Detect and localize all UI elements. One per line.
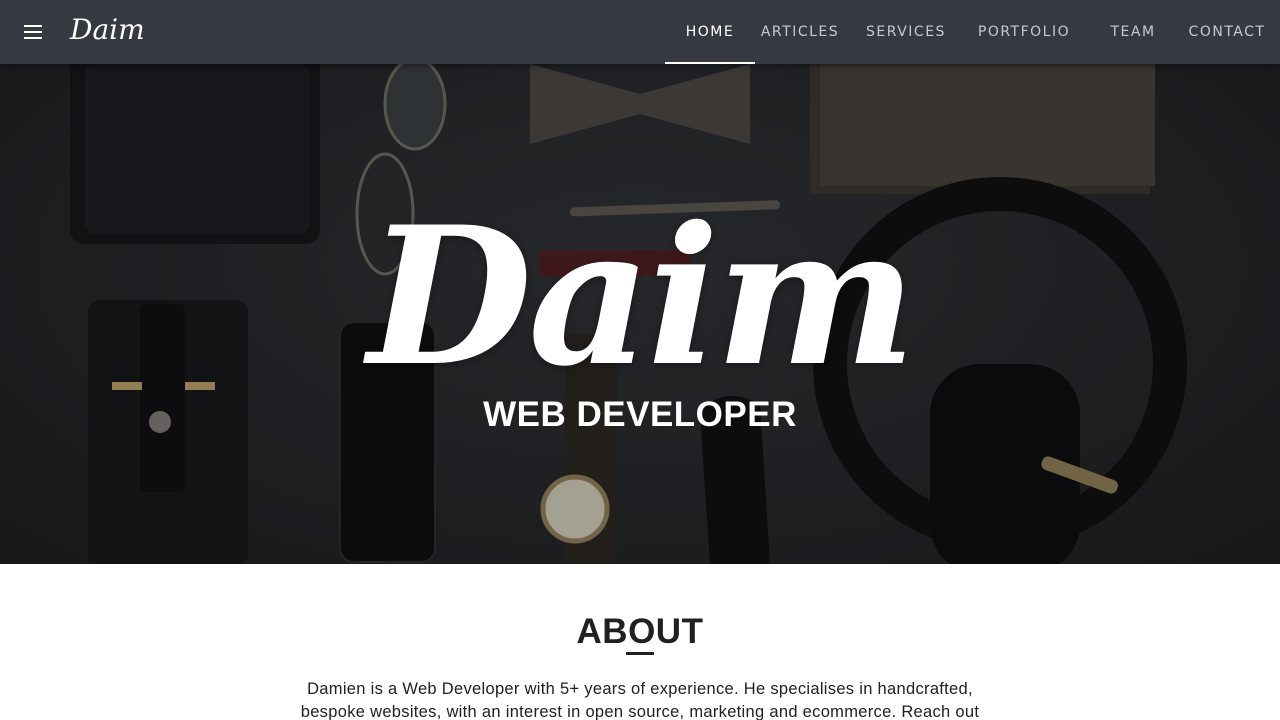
about-text: Damien is a Web Developer with 5+ years …: [300, 680, 980, 720]
nav-home[interactable]: HOME: [665, 0, 755, 64]
about-heading: ABOUT: [576, 612, 704, 651]
nav-home-label: HOME: [685, 24, 735, 40]
hero-section: Daim WEB DEVELOPER: [0, 64, 1280, 564]
brand-logo[interactable]: Daim: [70, 12, 145, 48]
nav-team[interactable]: TEAM: [1088, 0, 1178, 64]
nav-services-label: SERVICES: [866, 24, 946, 40]
top-navbar: Daim HOME ARTICLES SERVICES PORTFOLIO TE…: [0, 0, 1280, 64]
about-heading-underline: [626, 652, 654, 655]
nav-portfolio[interactable]: PORTFOLIO: [964, 0, 1084, 64]
hero-title: Daim: [367, 185, 916, 408]
nav-contact[interactable]: CONTACT: [1182, 0, 1272, 64]
about-section: ABOUT Damien is a Web Developer with 5+ …: [0, 564, 1280, 720]
nav-articles[interactable]: ARTICLES: [748, 0, 852, 64]
nav-articles-label: ARTICLES: [760, 24, 840, 40]
nav-team-label: TEAM: [1110, 24, 1156, 40]
hamburger-menu-icon[interactable]: [22, 22, 46, 42]
nav-services[interactable]: SERVICES: [852, 0, 960, 64]
hero-subtitle: WEB DEVELOPER: [483, 395, 797, 434]
nav-portfolio-label: PORTFOLIO: [977, 24, 1071, 40]
nav-contact-label: CONTACT: [1188, 24, 1266, 40]
active-tab-indicator: [665, 62, 755, 64]
